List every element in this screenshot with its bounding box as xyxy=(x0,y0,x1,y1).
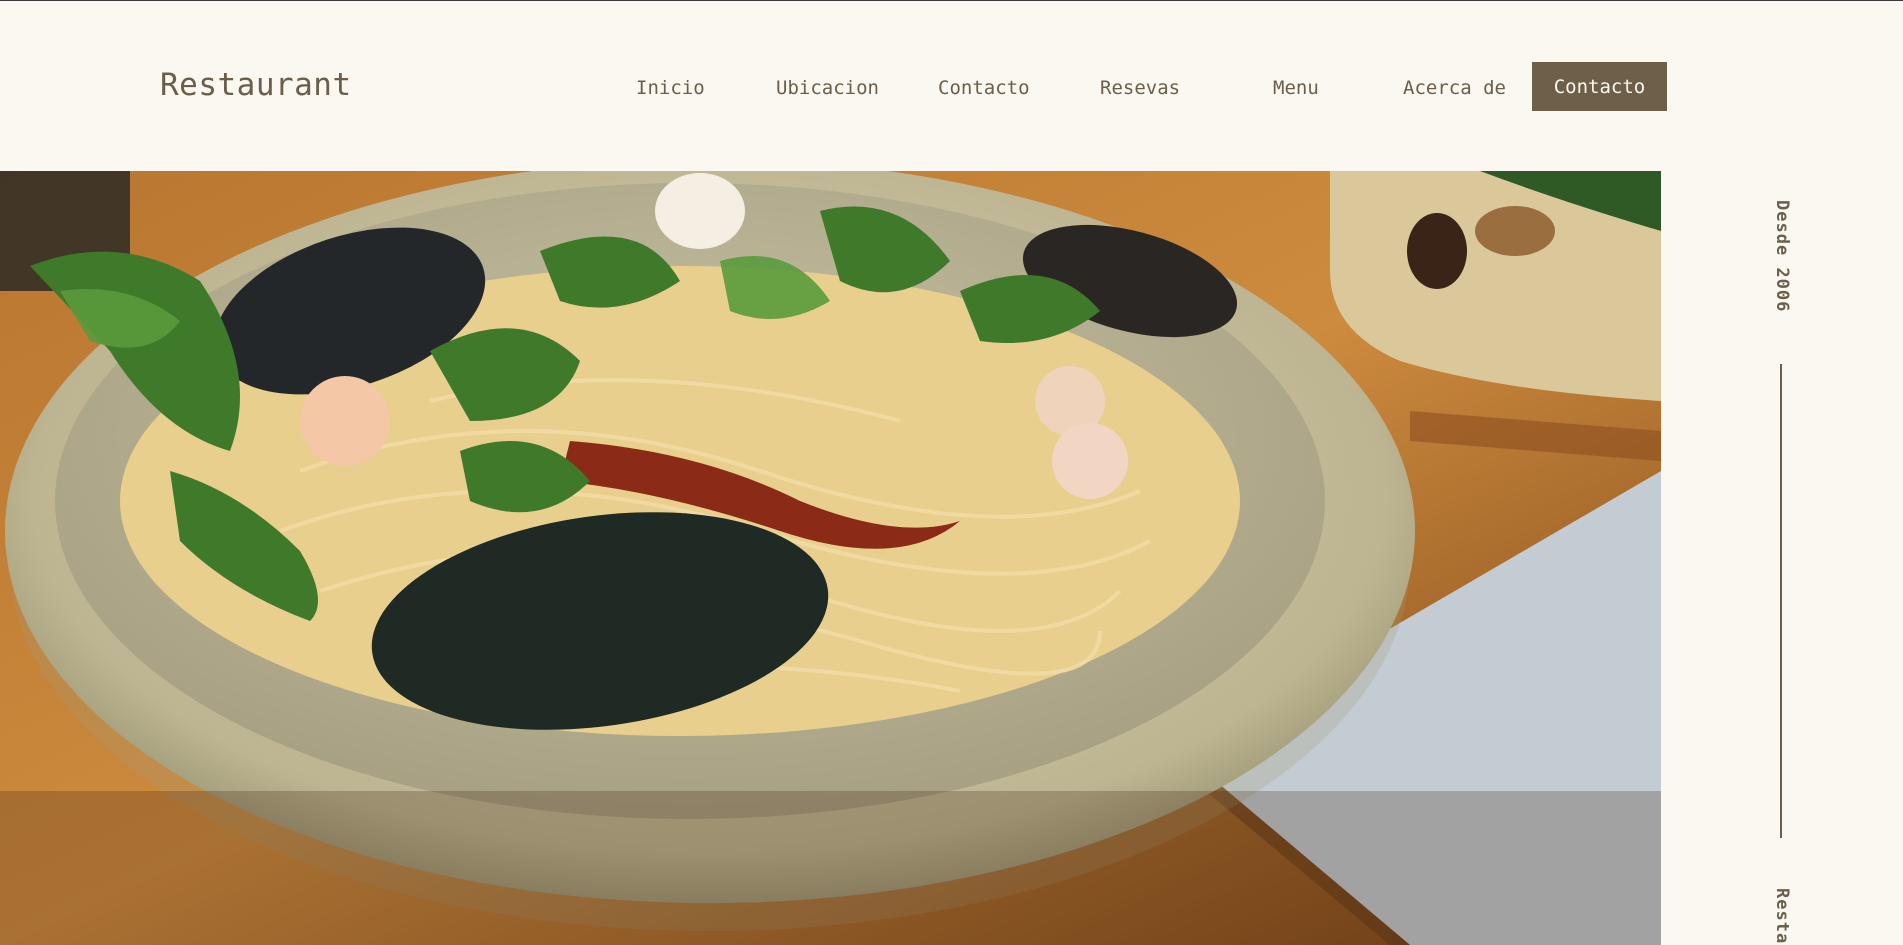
contact-button[interactable]: Contacto xyxy=(1532,62,1667,111)
nav-ubicacion[interactable]: Ubicacion xyxy=(776,77,879,99)
side-brand: Restaurant xyxy=(1772,888,1792,945)
nav-resevas[interactable]: Resevas xyxy=(1100,77,1180,99)
nav-inicio[interactable]: Inicio xyxy=(636,77,705,99)
hero-image xyxy=(0,171,1661,945)
nav-contacto[interactable]: Contacto xyxy=(938,77,1030,99)
nav-menu[interactable]: Menu xyxy=(1273,77,1319,99)
site-header: Restaurant Inicio Ubicacion Contacto Res… xyxy=(0,1,1903,171)
main-nav: Inicio Ubicacion Contacto Resevas Menu A… xyxy=(0,1,1903,171)
nav-acerca-de[interactable]: Acerca de xyxy=(1403,77,1506,99)
seafood-spaghetti-illustration xyxy=(0,171,1661,945)
since-label: Desde 2006 xyxy=(1772,200,1792,313)
side-divider xyxy=(1780,364,1782,838)
